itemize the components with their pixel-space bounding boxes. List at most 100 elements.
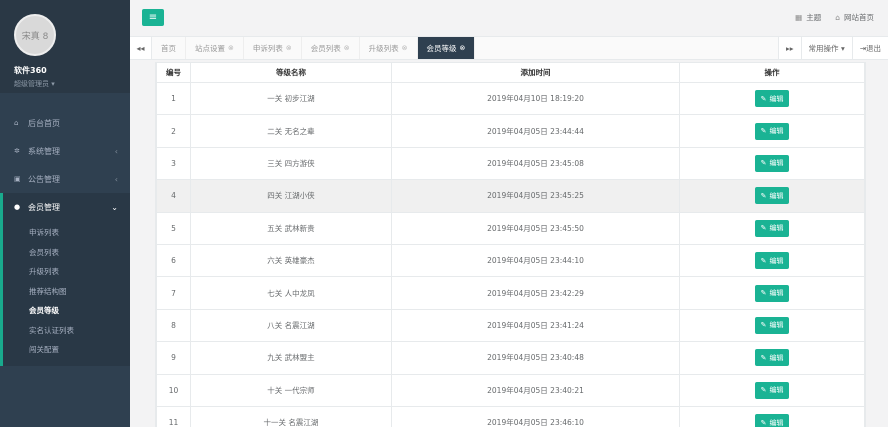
submenu-item-upgrades[interactable]: 升级列表 [3, 262, 130, 282]
submenu-item-referral-tree[interactable]: 推荐结构图 [3, 282, 130, 302]
close-icon[interactable]: ⊗ [460, 44, 466, 52]
edit-button[interactable]: ✎ 编辑 [754, 284, 790, 302]
edit-button[interactable]: ✎ 编辑 [754, 381, 790, 399]
tab-member-list[interactable]: 会员列表 ⊗ [302, 37, 360, 59]
edit-label: 编辑 [769, 321, 784, 330]
submenu-item-verification[interactable]: 实名认证列表 [3, 321, 130, 341]
table-row: 10 十关 一代宗师 2019年04月05日 23:40:21 ✎ 编辑 [156, 373, 865, 407]
cell-actions: ✎ 编辑 [679, 179, 865, 213]
table-row: 5 五关 武林新贵 2019年04月05日 23:45:50 ✎ 编辑 [156, 211, 865, 245]
pencil-icon: ✎ [760, 159, 767, 168]
copy-icon: ▣ [14, 175, 21, 183]
profile-panel: 宋真 8 软件360 超级管理员 ▾ [0, 0, 130, 93]
edit-button[interactable]: ✎ 编辑 [754, 90, 790, 108]
sidebar-item-system[interactable]: ✲ 系统管理 ‹ [0, 137, 130, 165]
cell-id: 5 [156, 211, 191, 245]
content-panel: 编号 等级名称 添加时间 操作 1 一关 初步江湖 2019年04月10日 18:1… [155, 62, 866, 427]
close-icon[interactable]: ⊗ [402, 44, 408, 52]
edit-button[interactable]: ✎ 编辑 [754, 187, 790, 205]
table-row: 7 七关 人中龙凤 2019年04月05日 23:42:29 ✎ 编辑 [156, 276, 865, 310]
pencil-icon: ✎ [760, 224, 767, 233]
cell-level-name: 六关 英雄豪杰 [190, 243, 392, 278]
edit-button[interactable]: ✎ 编辑 [754, 154, 790, 172]
chevron-left-icon: ‹ [114, 146, 118, 156]
tabs-scroll-left-button[interactable]: ◂◂ [130, 37, 152, 59]
home-icon: ⌂ [835, 13, 840, 22]
table-row: 6 六关 英雄豪杰 2019年04月05日 23:44:10 ✎ 编辑 [156, 243, 865, 278]
cell-actions: ✎ 编辑 [679, 341, 865, 375]
edit-button[interactable]: ✎ 编辑 [754, 316, 790, 334]
menu-toggle-button[interactable]: ≡ [142, 9, 164, 26]
edit-label: 编辑 [769, 224, 784, 233]
cell-id: 7 [156, 276, 191, 310]
pencil-icon: ✎ [760, 127, 767, 136]
tab-member-levels[interactable]: 会员等级 ⊗ [417, 37, 476, 59]
tabs-scroll-right-button[interactable]: ▸▸ [778, 37, 801, 59]
edit-button[interactable]: ✎ 编辑 [754, 349, 790, 367]
submenu-item-member-list[interactable]: 会员列表 [3, 243, 130, 263]
sidebar-item-dashboard[interactable]: ⌂ 后台首页 [0, 109, 130, 137]
cell-level-name: 七关 人中龙凤 [190, 276, 392, 310]
cell-actions: ✎ 编辑 [679, 81, 865, 116]
close-icon[interactable]: ⊗ [286, 44, 292, 52]
cell-id: 1 [156, 81, 191, 116]
site-home-link[interactable]: ⌂ 网站首页 [835, 12, 874, 23]
submenu-item-member-levels[interactable]: 会员等级 [3, 301, 130, 321]
sidebar-item-members[interactable]: ● 会员管理 ⌄ [0, 193, 130, 221]
theme-link[interactable]: ▦ 主题 [795, 12, 821, 23]
cell-level-name: 一关 初步江湖 [190, 81, 392, 116]
tab-appeals[interactable]: 申诉列表 ⊗ [244, 37, 302, 59]
cell-id: 6 [156, 243, 191, 278]
cell-added-time: 2019年04月05日 23:45:08 [391, 146, 680, 181]
topbar-links: ▦ 主题 ⌂ 网站首页 [795, 12, 874, 23]
edit-button[interactable]: ✎ 编辑 [754, 219, 790, 237]
edit-label: 编辑 [769, 94, 784, 103]
table-row: 1 一关 初步江湖 2019年04月10日 18:19:20 ✎ 编辑 [156, 81, 865, 116]
cell-id: 2 [156, 114, 191, 148]
tabs-spacer [475, 37, 778, 59]
cell-level-name: 五关 武林新贵 [190, 211, 392, 245]
cell-level-name: 十一关 名震江湖 [190, 405, 392, 427]
common-ops-dropdown[interactable]: 常用操作 ▾ [800, 37, 852, 59]
header-actions: 操作 [679, 62, 865, 83]
sidebar-item-announcements[interactable]: ▣ 公告管理 ‹ [0, 165, 130, 193]
table-header-row: 编号 等级名称 添加时间 操作 [156, 62, 865, 83]
cell-id: 11 [156, 405, 191, 427]
edit-label: 编辑 [769, 191, 784, 200]
close-icon[interactable]: ⊗ [344, 44, 350, 52]
submenu-item-level-config[interactable]: 闯关配置 [3, 340, 130, 360]
tab-label: 会员列表 [310, 43, 341, 53]
cell-actions: ✎ 编辑 [679, 114, 865, 148]
tab-bar: ◂◂ 首页 站点设置 ⊗ 申诉列表 ⊗ 会员列表 ⊗ 升级列表 ⊗ 会员等级 ⊗ ▸▸ 常… [130, 37, 888, 60]
tab-home[interactable]: 首页 [152, 37, 186, 59]
header-added-time: 添加时间 [391, 62, 680, 83]
user-icon: ● [14, 203, 21, 211]
cell-added-time: 2019年04月05日 23:45:50 [391, 211, 680, 245]
cell-added-time: 2019年04月05日 23:42:29 [391, 276, 680, 310]
members-submenu: 申诉列表 会员列表 升级列表 推荐结构图 会员等级 实名认证列表 闯关配置 [0, 221, 130, 366]
user-name: 软件360 [14, 66, 47, 75]
cell-added-time: 2019年04月05日 23:44:10 [391, 243, 680, 278]
sidebar: 宋真 8 软件360 超级管理员 ▾ ⌂ 后台首页 ✲ 系统管理 ‹ ▣ 公告管… [0, 0, 130, 427]
table-row: 8 八关 名震江湖 2019年04月05日 23:41:24 ✎ 编辑 [156, 308, 865, 343]
tab-site-settings[interactable]: 站点设置 ⊗ [186, 37, 244, 59]
edit-button[interactable]: ✎ 编辑 [754, 252, 790, 270]
cell-added-time: 2019年04月05日 23:40:21 [391, 373, 680, 407]
cell-added-time: 2019年04月05日 23:44:44 [391, 114, 680, 148]
cell-added-time: 2019年04月05日 23:45:25 [391, 179, 680, 213]
close-icon[interactable]: ⊗ [228, 44, 234, 52]
avatar[interactable]: 宋真 8 [14, 14, 56, 56]
edit-button[interactable]: ✎ 编辑 [754, 122, 790, 140]
double-chevron-left-icon: ◂◂ [136, 43, 145, 53]
submenu-item-appeals[interactable]: 申诉列表 [3, 223, 130, 243]
cell-level-name: 二关 无名之辈 [190, 114, 392, 148]
cell-id: 8 [156, 308, 191, 343]
pencil-icon: ✎ [760, 191, 767, 200]
cell-actions: ✎ 编辑 [679, 211, 865, 245]
exit-button[interactable]: ⇥ 退出 [851, 37, 888, 59]
tab-upgrades[interactable]: 升级列表 ⊗ [360, 37, 418, 59]
double-chevron-right-icon: ▸▸ [786, 43, 794, 53]
edit-button[interactable]: ✎ 编辑 [754, 414, 790, 427]
user-role-dropdown[interactable]: 超级管理员 ▾ [14, 79, 130, 89]
cell-actions: ✎ 编辑 [679, 276, 865, 310]
